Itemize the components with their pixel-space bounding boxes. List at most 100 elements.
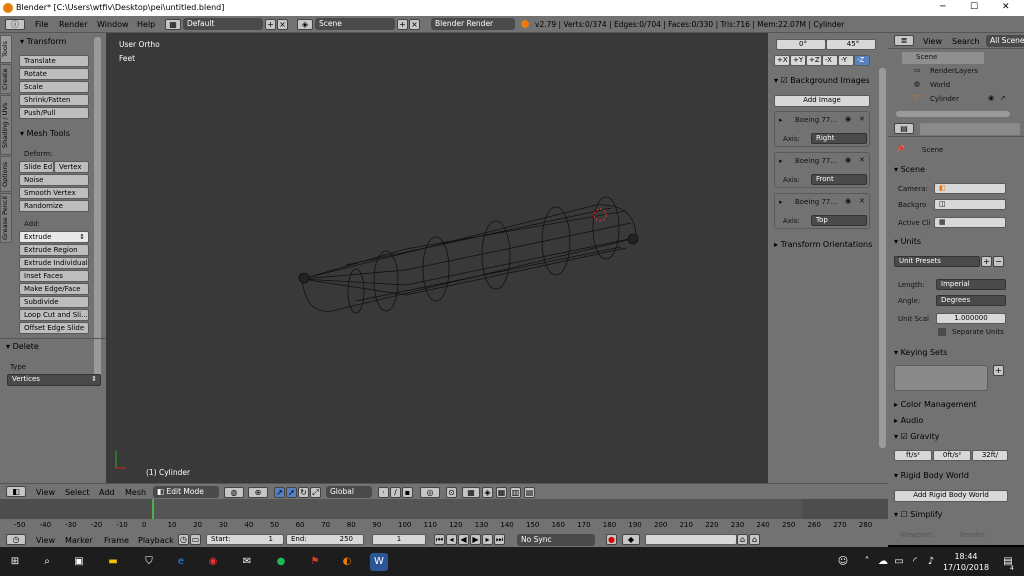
gl-render-icon[interactable]: ▤ [524, 487, 535, 498]
visibility-eye-icon[interactable]: ◉ [988, 94, 994, 102]
keying-icon[interactable]: ◆ [622, 534, 640, 545]
tab-grease-pencil[interactable]: Grease Pencil [0, 193, 12, 243]
properties-editor-icon[interactable]: ▤ [894, 123, 914, 134]
layout-add-icon[interactable]: + [265, 19, 276, 30]
shrink-fatten-button[interactable]: Shrink/Fatten [19, 94, 89, 106]
prev-key-icon[interactable]: ◂ [446, 534, 457, 545]
edge-select-icon[interactable]: / [390, 487, 401, 498]
vertex-select-icon[interactable]: · [378, 487, 389, 498]
minimize-button[interactable]: ─ [940, 2, 945, 12]
clock-date[interactable]: 17/10/2018 [938, 563, 994, 572]
eye-icon[interactable]: ◉ [845, 115, 851, 123]
push-pull-button[interactable]: Push/Pull [19, 107, 89, 119]
pin-icon[interactable]: 📌 [896, 145, 905, 153]
delete-key-icon[interactable]: ⌂ [749, 534, 760, 545]
slide-vertex-button[interactable]: Vertex [54, 161, 89, 173]
delete-type-select[interactable]: Vertices ⇕ [7, 374, 101, 386]
preview-range-icon[interactable]: ◷ [178, 534, 189, 545]
outliner-view-menu[interactable]: View [923, 37, 942, 46]
editor-type-icon[interactable]: ⓘ [5, 19, 25, 30]
outliner-scrollbar[interactable] [896, 111, 1010, 117]
mode-select[interactable]: ◧ Edit Mode [153, 486, 219, 498]
scale-button[interactable]: Scale [19, 81, 89, 93]
mesh-wireframe[interactable] [106, 33, 768, 483]
camera-field[interactable]: ◧ [934, 183, 1006, 194]
play-icon[interactable]: ▶ [470, 534, 481, 545]
gravity-y-field[interactable]: 0ft/s² [933, 450, 971, 461]
eye-icon[interactable]: ◉ [845, 197, 851, 205]
keying-sets-title[interactable]: ▾ Keying Sets [894, 348, 947, 357]
rotate-button[interactable]: Rotate [19, 68, 89, 80]
blender-taskbar-icon[interactable]: ◐ [338, 553, 356, 571]
keying-add-icon[interactable]: + [993, 365, 1004, 376]
maximize-button[interactable]: ☐ [970, 2, 978, 12]
separate-units-checkbox[interactable] [938, 328, 946, 336]
active-clip-field[interactable]: ▦ [934, 217, 1006, 228]
axis-select[interactable]: Front [811, 174, 867, 185]
timeline-menu-playback[interactable]: Playback [138, 536, 174, 545]
scale-manip-icon[interactable]: ⤢ [310, 487, 321, 498]
noise-button[interactable]: Noise [19, 174, 89, 186]
search-icon[interactable]: ⌕ [38, 553, 56, 571]
end-frame-field[interactable]: End: 250 [286, 534, 364, 545]
scene-panel-title[interactable]: ▾ Scene [894, 165, 925, 174]
sync-select[interactable]: No Sync [517, 534, 595, 546]
chrome-icon[interactable]: ◉ [204, 553, 222, 571]
timeline-editor-icon[interactable]: ◷ [6, 534, 26, 545]
units-panel-title[interactable]: ▾ Units [894, 237, 921, 246]
axis-pos-y-button[interactable]: +Y [790, 55, 806, 66]
layout-remove-icon[interactable]: × [277, 19, 288, 30]
extrude-region-button[interactable]: Extrude Region [19, 244, 89, 256]
color-management-title[interactable]: ▸ Color Management [894, 400, 977, 409]
word-icon[interactable]: W [370, 553, 388, 571]
render-engine-select[interactable]: Blender Render [431, 18, 515, 30]
lock-icon[interactable]: ▭ [190, 534, 201, 545]
axis-neg-z-button[interactable]: -Z [854, 55, 870, 66]
inset-faces-button[interactable]: Inset Faces [19, 270, 89, 282]
gravity-x-field[interactable]: ft/s² [894, 450, 932, 461]
wifi-icon[interactable]: ◜ [908, 553, 922, 571]
jump-start-icon[interactable]: ⏮ [434, 534, 445, 545]
remove-icon[interactable]: ✕ [859, 156, 865, 164]
axis-neg-y-button[interactable]: -Y [838, 55, 854, 66]
close-button[interactable]: ✕ [1002, 2, 1010, 12]
timeline[interactable]: -50 -40 -30 -20 -10 0 10 20 30 40 50 60 70 80 90 100 110… [0, 499, 888, 532]
outliner-item-world[interactable]: World [930, 81, 950, 89]
tab-options[interactable]: Options [0, 156, 12, 192]
volume-icon[interactable]: ♪ [924, 553, 938, 571]
face-select-icon[interactable]: ▪ [402, 487, 413, 498]
timeline-menu-view[interactable]: View [36, 536, 55, 545]
timeline-menu-frame[interactable]: Frame [104, 536, 129, 545]
outliner-item-cylinder[interactable]: Cylinder [930, 95, 959, 103]
extrude-individual-button[interactable]: Extrude Individual [19, 257, 89, 269]
unit-scale-field[interactable]: 1.000000 [936, 313, 1006, 324]
view3d-editor-icon[interactable]: ◧ [6, 486, 26, 497]
axis-pos-z-button[interactable]: +Z [806, 55, 822, 66]
outliner-search-menu[interactable]: Search [952, 37, 979, 46]
outliner-item-renderlayers[interactable]: RenderLayers [930, 67, 978, 75]
menu-help[interactable]: Help [137, 20, 155, 29]
rotation-b-field[interactable]: 45° [826, 39, 876, 50]
eye-icon[interactable]: ◉ [845, 156, 851, 164]
start-frame-field[interactable]: Start: 1 [206, 534, 284, 545]
3d-viewport[interactable]: User Ortho Feet (1) Cylinder [106, 33, 768, 483]
menu-add[interactable]: Add [99, 488, 115, 497]
pivot-icon[interactable]: ⊕ [248, 487, 268, 498]
mesh-tools-panel-title[interactable]: ▾ Mesh Tools [20, 129, 70, 138]
npanel-scrollbar[interactable] [879, 68, 886, 448]
axis-select[interactable]: Top [811, 215, 867, 226]
snap-target-icon[interactable]: ▦ [462, 487, 480, 498]
insert-key-icon[interactable]: ⌂ [737, 534, 748, 545]
app-icon[interactable]: ⚑ [306, 553, 324, 571]
start-icon[interactable]: ⊞ [6, 553, 24, 571]
jump-end-icon[interactable]: ⏭ [494, 534, 505, 545]
tab-create[interactable]: Create [0, 64, 12, 94]
offset-edge-slide-button[interactable]: Offset Edge Slide [19, 322, 89, 334]
context-tabs[interactable] [920, 123, 1020, 135]
loop-cut-button[interactable]: Loop Cut and Sli... [19, 309, 89, 321]
randomize-button[interactable]: Randomize [19, 200, 89, 212]
keying-set-field[interactable] [645, 534, 737, 545]
axis-pos-x-button[interactable]: +X [774, 55, 790, 66]
make-edge-face-button[interactable]: Make Edge/Face [19, 283, 89, 295]
menu-window[interactable]: Window [97, 20, 129, 29]
